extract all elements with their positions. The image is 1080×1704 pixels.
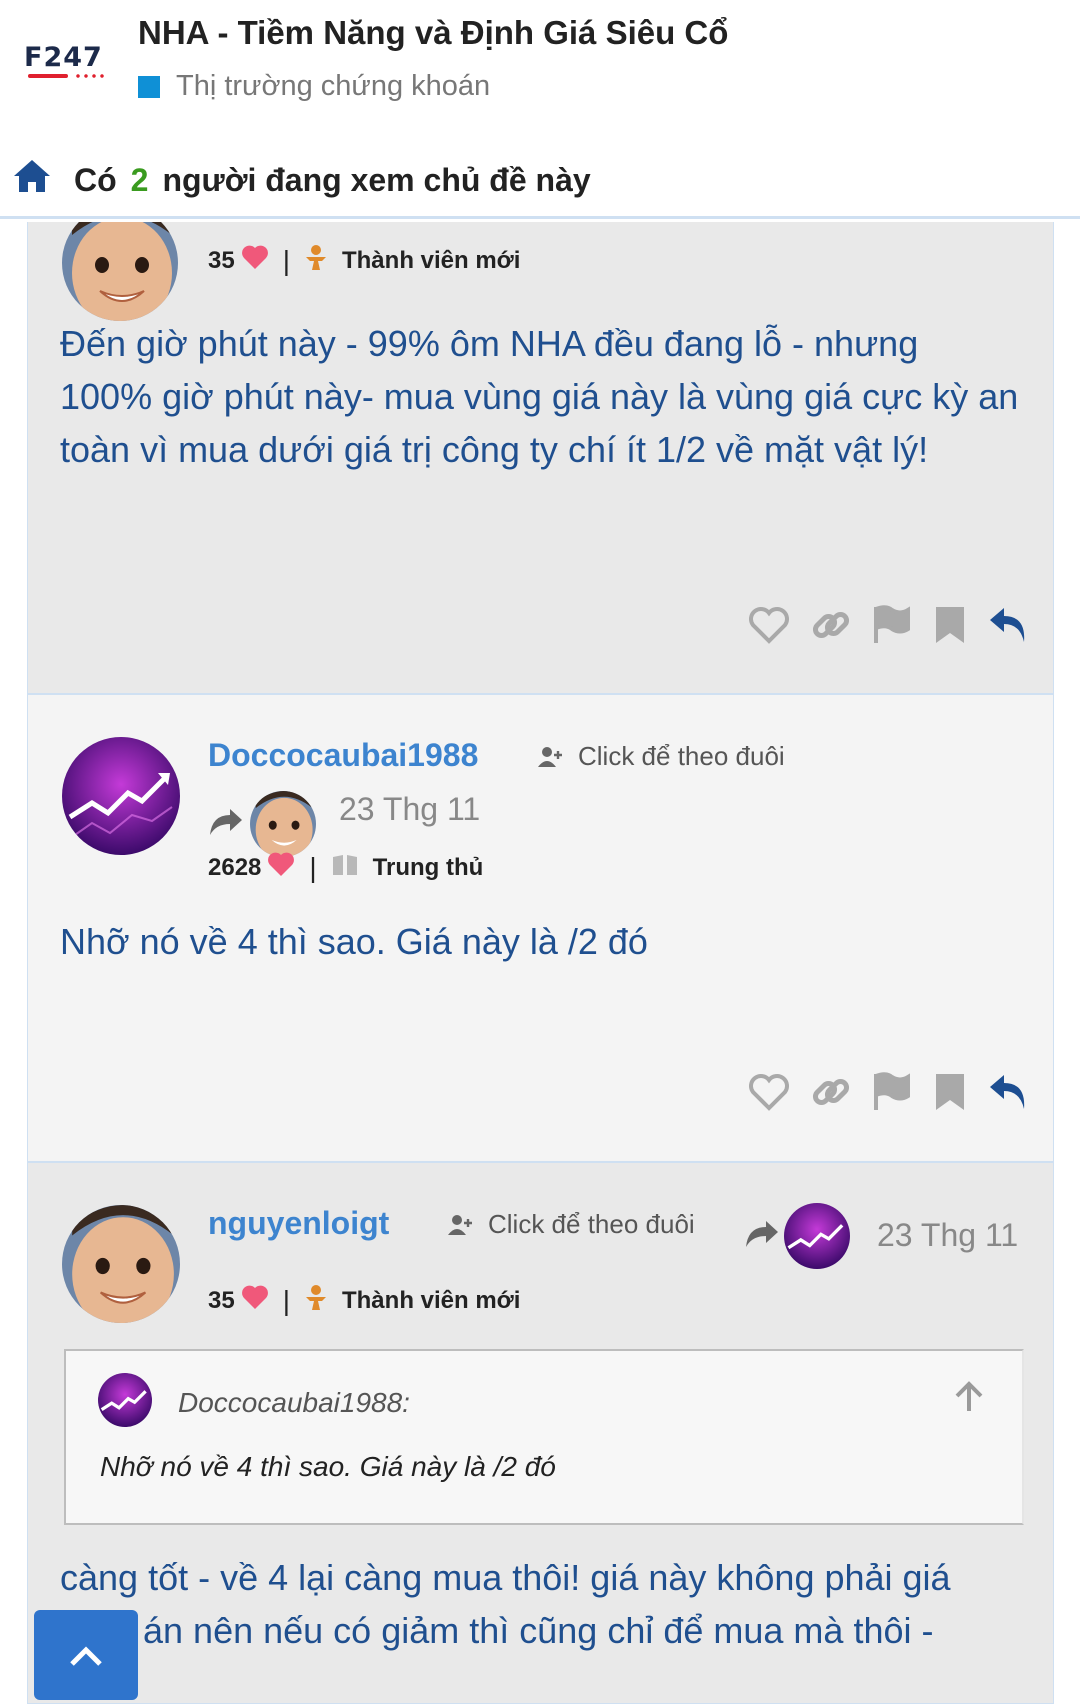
quote-block: Doccocaubai1988: Nhỡ nó về 4 thì sao. Gi… <box>64 1349 1024 1525</box>
chevron-up-icon <box>70 1646 102 1666</box>
quote-author[interactable]: Doccocaubai1988: <box>178 1387 410 1419</box>
reply-to-avatar <box>784 1203 850 1269</box>
flag-icon[interactable] <box>872 605 912 650</box>
post-actions <box>728 1071 1030 1118</box>
quote-avatar <box>98 1373 152 1427</box>
quote-text: Nhỡ nó về 4 thì sao. Giá này là /2 đó <box>100 1451 556 1482</box>
user-avatar[interactable] <box>62 1205 180 1323</box>
user-stats: 35 | Thành viên mới <box>208 243 520 278</box>
viewers-prefix: Có <box>74 161 117 198</box>
user-rank: Trung thủ <box>372 853 484 881</box>
link-icon[interactable] <box>810 604 852 651</box>
post-1: nguyenloigt 35 | Thành viên mới Đến giờ … <box>27 180 1054 694</box>
viewers-suffix: người đang xem chủ đề này <box>162 161 591 198</box>
heart-icon <box>267 851 295 884</box>
category-label: Thị trường chứng khoán <box>176 70 491 102</box>
new-member-icon <box>304 243 328 278</box>
logo-dots <box>74 74 104 78</box>
bookmark-icon[interactable] <box>932 605 968 650</box>
reply-arrow-icon <box>744 1219 780 1254</box>
user-stats: 2628 | Trung thủ <box>208 851 483 884</box>
separator: | <box>282 1284 290 1316</box>
link-icon[interactable] <box>810 1071 852 1118</box>
username[interactable]: Doccocaubai1988 <box>208 737 478 774</box>
arrow-up-icon[interactable] <box>954 1381 984 1418</box>
logo-underline <box>28 74 68 78</box>
viewers-count: 2 <box>130 161 149 198</box>
viewers-notice: Có 2 người đang xem chủ đề này <box>12 158 591 202</box>
follow-button[interactable]: Click để theo đuôi <box>538 741 785 772</box>
user-rank: Thành viên mới <box>341 1286 521 1314</box>
reply-to[interactable] <box>208 791 316 857</box>
home-icon[interactable] <box>12 158 52 202</box>
header-divider <box>0 216 1080 219</box>
topic-title[interactable]: NHA - Tiềm Năng và Định Giá Siêu Cổ <box>138 14 728 52</box>
like-icon[interactable] <box>748 606 790 649</box>
reply-arrow-icon <box>208 807 244 842</box>
follow-label: Click để theo đuôi <box>488 1209 695 1239</box>
reply-to[interactable] <box>744 1203 850 1269</box>
reply-icon[interactable] <box>988 1073 1030 1116</box>
flag-icon[interactable] <box>872 1072 912 1117</box>
reply-to-avatar <box>250 791 316 857</box>
follow-label: Click để theo đuôi <box>578 741 785 771</box>
heart-icon <box>241 244 269 277</box>
post-body-line-1: càng tốt - về 4 lại càng mua thôi! giá n… <box>60 1557 951 1598</box>
like-icon[interactable] <box>748 1073 790 1116</box>
post-body: Đến giờ phút này - 99% ôm NHA đều đang l… <box>60 323 1019 470</box>
scroll-to-top-button[interactable] <box>34 1610 138 1700</box>
user-stats: 35 | Thành viên mới <box>208 1283 520 1318</box>
topic-header: F247 NHA - Tiềm Năng và Định Giá Siêu Cổ… <box>0 0 1080 222</box>
category-badge[interactable]: Thị trường chứng khoán <box>138 70 490 103</box>
reply-icon[interactable] <box>988 606 1030 649</box>
post-2: Doccocaubai1988 Click để theo đuôi 23 Th… <box>27 694 1054 1162</box>
post-actions <box>728 604 1030 651</box>
post-date[interactable]: 23 Thg 11 <box>339 791 480 828</box>
separator: | <box>282 244 290 276</box>
site-logo[interactable]: F247 <box>24 44 110 80</box>
username[interactable]: nguyenloigt <box>208 1205 389 1242</box>
user-rank: Thành viên mới <box>341 246 521 274</box>
follow-icon <box>538 746 562 767</box>
like-count: 2628 <box>208 853 262 881</box>
bookmark-icon[interactable] <box>932 1072 968 1117</box>
follow-button[interactable]: Click để theo đuôi <box>448 1209 695 1240</box>
category-color-square <box>138 75 160 98</box>
new-member-icon <box>304 1283 328 1318</box>
logo-text: F247 <box>24 42 103 73</box>
like-count: 35 <box>208 246 235 274</box>
post-body-line-2: án nên nếu có giảm thì cũng chỉ để mua m… <box>143 1610 934 1651</box>
user-avatar[interactable] <box>62 737 180 855</box>
like-count: 35 <box>208 1286 235 1314</box>
post-3: nguyenloigt Click để theo đuôi 23 Thg 11… <box>27 1162 1054 1704</box>
post-date[interactable]: 23 Thg 11 <box>877 1217 1018 1254</box>
follow-icon <box>448 1214 472 1235</box>
user-avatar[interactable] <box>62 205 178 321</box>
heart-icon <box>241 1284 269 1317</box>
book-rank-icon <box>331 851 359 884</box>
post-body: Nhỡ nó về 4 thì sao. Giá này là /2 đó <box>60 921 648 962</box>
separator: | <box>309 851 317 883</box>
